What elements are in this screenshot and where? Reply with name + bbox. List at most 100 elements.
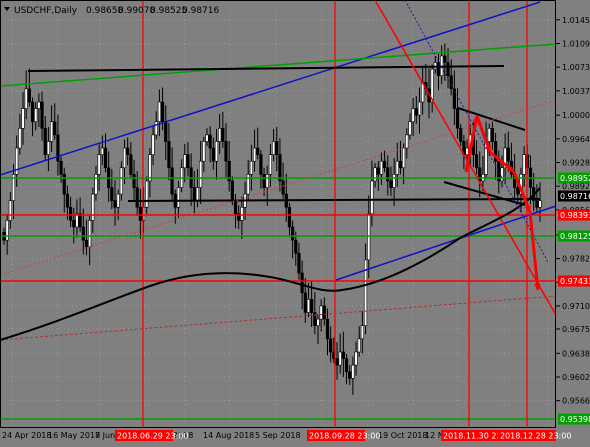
price-level-label: 0.95398 [560,415,590,424]
price-level-label: 0.98716 [560,192,590,201]
y-tick-label: 0.95660 [562,397,590,406]
candle-bull [465,147,469,155]
candle-bull [24,88,28,109]
candle-bull [116,193,120,208]
candle-bull [18,128,22,149]
candle-bull [34,108,38,123]
candle-bull [176,187,181,208]
candle-bear [446,62,450,76]
candle-bear [490,128,495,142]
candle-bear [132,174,136,188]
candle-bull [379,160,384,175]
candle-bear [348,371,352,379]
candle-bear [230,180,234,201]
candle-bear [78,213,82,228]
candle-bear [281,180,285,195]
candle-bear [59,160,63,175]
candle-bull [392,174,396,188]
candle-bull [8,200,12,221]
candle-bear [278,154,282,182]
candle-bear [329,338,333,353]
candle-bull [157,101,162,123]
candle-bull [500,167,504,182]
candle-bull [395,160,399,175]
y-tick-label: 0.96380 [562,349,590,358]
x-tick-label: 5 Sep 2018 [255,431,301,440]
candle-bull [367,213,371,261]
candle-bull [373,167,377,182]
candle-bull [119,167,123,195]
candle-bear [186,154,190,169]
candle-bear [167,141,171,169]
candle-bull [183,154,187,169]
candle-bull [151,134,155,155]
candle-bear [262,174,266,188]
candle-bull [252,147,257,162]
candle-bear [294,239,298,254]
candle-bear [436,62,441,76]
candle-bull [148,154,152,182]
candle-bull [338,351,342,366]
candle-bear [53,121,57,136]
y-tick-label: 0.99640 [562,135,590,144]
y-tick-label: 0.96020 [562,373,590,382]
price-level-label: 0.98393 [560,211,590,220]
x-tick-label: 19 Oct 2018 [378,431,427,440]
candle-bull [522,154,526,175]
candle-bear [516,187,520,195]
candle-bull [214,141,219,162]
candle-bear [478,167,482,182]
y-tick-label: 0.97100 [562,302,590,311]
candle-bear [160,101,165,123]
candle-bull [49,121,54,142]
candle-bull [357,338,361,353]
candle-bear [376,167,380,175]
candle-bull [5,220,9,241]
candle-bear [310,299,314,313]
candle-bull [202,141,206,162]
price-chart[interactable]: 1.01450 1.01090 1.00730 1.00370 1.00000 0.996… [0,0,590,443]
candle-bull [351,364,355,379]
candle-bull [91,193,95,221]
candle-bear [69,206,73,221]
candle-bear [287,206,292,228]
candle-bull [417,101,422,116]
candle-bear [30,101,35,123]
candle-bear [221,128,225,142]
candle-bear [344,358,349,373]
candle-bear [135,187,139,208]
candle-bull [265,174,269,188]
candle-bear [192,187,196,201]
x-tick-label: 14 Aug 2018 [203,431,254,440]
candle-bear [103,147,108,169]
y-tick-label: 1.01450 [562,16,590,25]
candle-bear [459,128,463,142]
ohlc-close: 0.98716 [182,6,219,16]
candle-bull [195,187,200,201]
candle-bear [275,141,279,155]
y-tick-label: 0.99280 [562,159,590,168]
candle-bear [474,154,479,169]
candle-bear [506,147,510,162]
candle-bull [75,213,79,228]
candle-bull [46,141,51,155]
candle-bull [21,108,25,129]
candle-bear [233,200,238,215]
candle-bull [402,147,406,169]
trading-chart[interactable]: 1.01450 1.01090 1.00730 1.00370 1.00000 0.996… [0,0,590,443]
candle-bear [313,312,317,326]
candle-bear [455,108,460,129]
y-tick-label: 0.98920 [562,182,590,191]
candle-bull [268,154,273,175]
candle-bear [386,167,390,182]
y-tick-label: 1.01090 [562,39,590,48]
candle-bear [113,200,117,208]
candle-bull [218,128,222,142]
candle-bull [271,141,276,155]
candle-bear [297,253,301,274]
candle-bull [145,180,149,208]
candle-bear [259,154,263,175]
candle-bear [65,193,70,208]
candle-bull [538,200,542,208]
candle-bull [316,318,320,326]
